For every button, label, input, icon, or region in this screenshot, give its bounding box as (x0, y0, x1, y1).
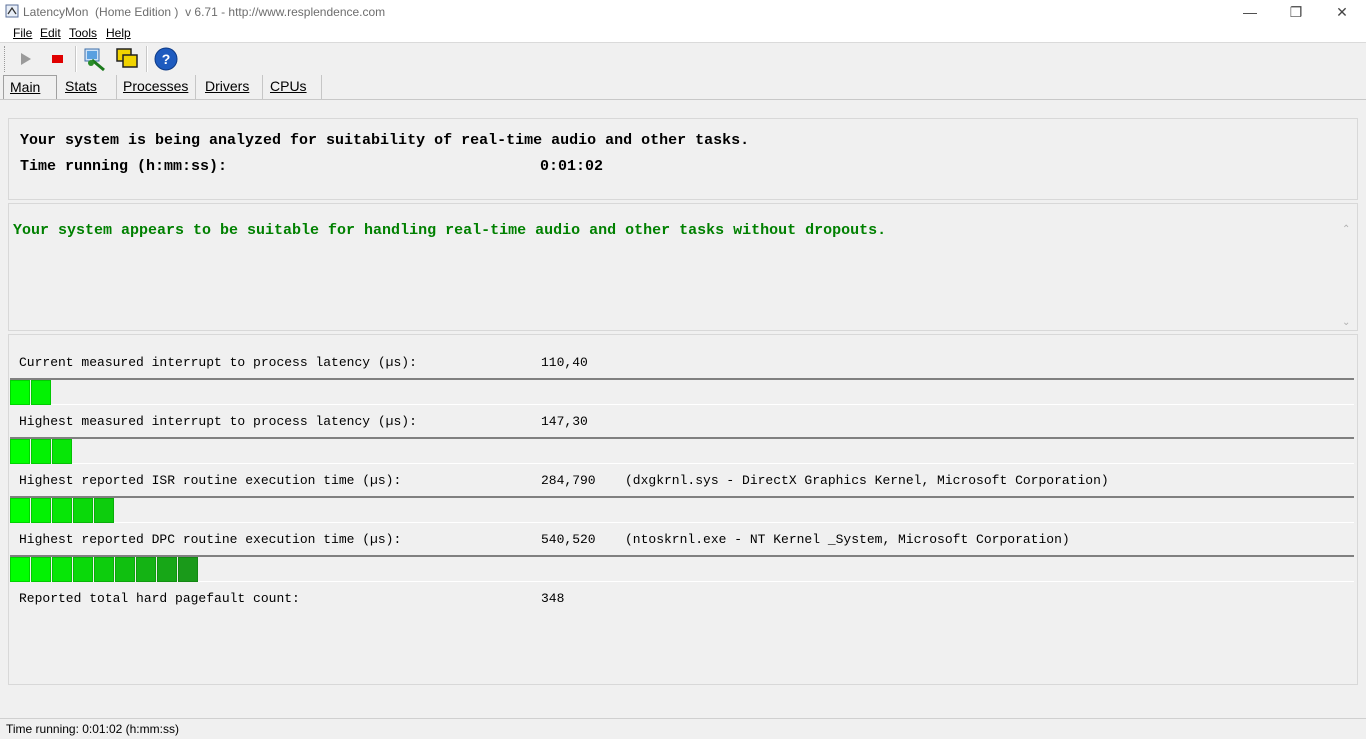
menu-file[interactable]: File (13, 26, 32, 40)
toolbar-separator (146, 46, 148, 72)
verdict-scrollbar[interactable]: ⌃ ⌄ (1340, 224, 1354, 328)
menu-help-label: Help (106, 26, 131, 40)
latency-bar (10, 496, 1354, 523)
latency-bar-segment (10, 557, 30, 582)
status-bar: Time running: 0:01:02 (h:mm:ss) (0, 718, 1366, 739)
latency-bar-fill (10, 498, 1354, 523)
analyze-icon (84, 48, 105, 72)
tab-cpus-label: CPUs (270, 78, 307, 94)
metric-detail: (dxgkrnl.sys - DirectX Graphics Kernel, … (625, 473, 1109, 488)
tab-drivers[interactable]: Drivers (195, 75, 263, 99)
latency-bar-segment (10, 439, 30, 464)
latency-bar-segment (115, 557, 135, 582)
latencymon-app-icon (5, 4, 19, 18)
metric-value: 284,790 (541, 473, 596, 488)
latency-bar-segment (31, 380, 51, 405)
latency-bar-fill (10, 439, 1354, 464)
metric-label: Highest reported ISR routine execution t… (19, 473, 402, 488)
latency-bar-segment (52, 439, 72, 464)
pagefault-label: Reported total hard pagefault count: (19, 591, 300, 606)
menu-file-label: File (13, 26, 33, 40)
latency-bar-segment (73, 557, 93, 582)
help-glyph: ? (162, 51, 171, 67)
tab-cpus[interactable]: CPUs (260, 75, 322, 99)
tab-stats[interactable]: Stats (55, 75, 117, 99)
metric-value: 147,30 (541, 414, 588, 429)
verdict-text: Your system appears to be suitable for h… (13, 222, 887, 239)
latency-bar-segment (157, 557, 177, 582)
menu-bar (0, 24, 1366, 43)
menu-edit-label: Edit (40, 26, 61, 40)
help-icon: ? (154, 47, 178, 71)
restore-button[interactable]: ❐ (1273, 0, 1319, 24)
latency-bar-segment (136, 557, 156, 582)
latency-bar (10, 555, 1354, 582)
latency-bar-segment (178, 557, 198, 582)
start-button[interactable] (14, 47, 38, 71)
tab-processes-label: Processes (123, 78, 189, 94)
restore-icon: ❐ (1289, 3, 1303, 20)
latency-bar-segment (10, 380, 30, 405)
scroll-up-icon[interactable]: ⌃ (1342, 224, 1350, 235)
metric-label: Current measured interrupt to process la… (19, 355, 417, 370)
analysis-status-text: Your system is being analyzed for suitab… (20, 132, 750, 149)
stop-icon (52, 55, 63, 63)
metric-value: 110,40 (541, 355, 588, 370)
analyze-button[interactable] (82, 46, 108, 72)
latency-bar-segment (31, 498, 51, 523)
tab-stats-label: Stats (65, 78, 97, 94)
metric-value: 540,520 (541, 532, 596, 547)
latency-bar-segment (10, 498, 30, 523)
toolbar (0, 43, 1366, 73)
latency-bar-segment (94, 498, 114, 523)
latency-bar (10, 437, 1354, 464)
scroll-down-icon[interactable]: ⌄ (1342, 317, 1350, 328)
pagefault-value: 348 (541, 591, 565, 606)
latency-bar-fill (10, 557, 1354, 582)
stop-button[interactable] (45, 47, 69, 71)
play-icon (21, 53, 31, 65)
tab-main-label: Main (10, 79, 41, 95)
menu-tools-label: Tools (69, 26, 98, 40)
tab-processes[interactable]: Processes (113, 75, 196, 99)
latency-bar-segment (52, 498, 72, 523)
windows-button[interactable] (114, 46, 140, 72)
latency-bar (10, 378, 1354, 405)
help-button[interactable]: ? (153, 46, 179, 72)
tab-strip-border (0, 99, 1366, 100)
latency-bar-segment (52, 557, 72, 582)
menu-edit[interactable]: Edit (40, 26, 61, 40)
window-title: LatencyMon (Home Edition ) v 6.71 - http… (23, 5, 386, 19)
minimize-button[interactable]: — (1227, 0, 1273, 24)
windows-icon (116, 48, 138, 68)
close-icon: ✕ (1336, 3, 1348, 20)
minimize-icon: — (1243, 4, 1257, 20)
latency-bar-segment (94, 557, 114, 582)
tab-main[interactable]: Main (3, 75, 57, 100)
metric-label: Highest reported DPC routine execution t… (19, 532, 402, 547)
status-text: Time running: 0:01:02 (h:mm:ss) (6, 722, 179, 736)
close-button[interactable]: ✕ (1319, 0, 1365, 24)
metric-detail: (ntoskrnl.exe - NT Kernel _System, Micro… (625, 532, 1070, 547)
latency-bar-segment (31, 439, 51, 464)
menu-tools[interactable]: Tools (69, 26, 97, 40)
metric-label: Highest measured interrupt to process la… (19, 414, 417, 429)
toolbar-separator (75, 46, 77, 72)
latency-bar-fill (10, 380, 1354, 405)
time-running-label: Time running (h:mm:ss): (20, 158, 228, 175)
latency-bar-segment (73, 498, 93, 523)
menu-help[interactable]: Help (106, 26, 131, 40)
tab-drivers-label: Drivers (205, 78, 250, 94)
latency-bar-segment (31, 557, 51, 582)
time-running-value: 0:01:02 (540, 158, 604, 175)
toolbar-grip (4, 46, 7, 72)
